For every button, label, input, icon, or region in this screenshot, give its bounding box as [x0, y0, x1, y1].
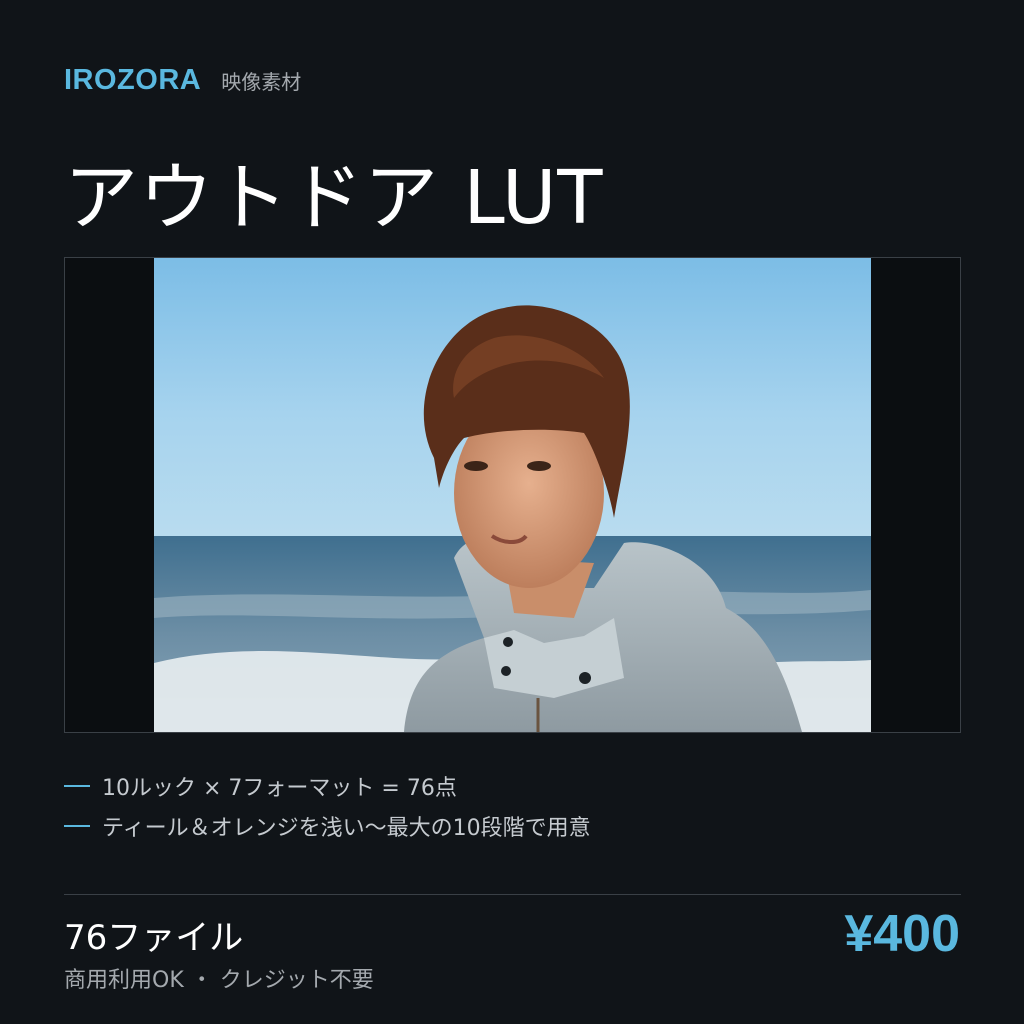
license-note: 商用利用OK ・ クレジット不要: [64, 968, 374, 993]
list-item: 10ルック × 7フォーマット = 76点: [64, 766, 591, 806]
preview-photo: [154, 258, 871, 732]
product-title: アウトドア LUT: [64, 155, 604, 241]
divider: [64, 894, 961, 895]
feature-text: ティール＆オレンジを浅い〜最大の10段階で用意: [102, 816, 591, 841]
price-label: ¥400: [844, 905, 960, 963]
feature-text: 10ルック × 7フォーマット = 76点: [102, 776, 457, 801]
brand-header: IROZORA 映像素材: [64, 64, 301, 100]
feature-list: 10ルック × 7フォーマット = 76点 ティール＆オレンジを浅い〜最大の10…: [64, 766, 591, 846]
preview-frame: [64, 257, 961, 733]
brand-name: IROZORA: [64, 64, 202, 96]
dash-icon: [64, 785, 90, 787]
file-count: 76ファイル: [64, 918, 244, 958]
dash-icon: [64, 825, 90, 827]
product-card: IROZORA 映像素材 アウトドア LUT 10ルック × 7フォーマット =…: [0, 0, 1024, 1024]
brand-category: 映像素材: [221, 70, 302, 94]
list-item: ティール＆オレンジを浅い〜最大の10段階で用意: [64, 806, 591, 846]
